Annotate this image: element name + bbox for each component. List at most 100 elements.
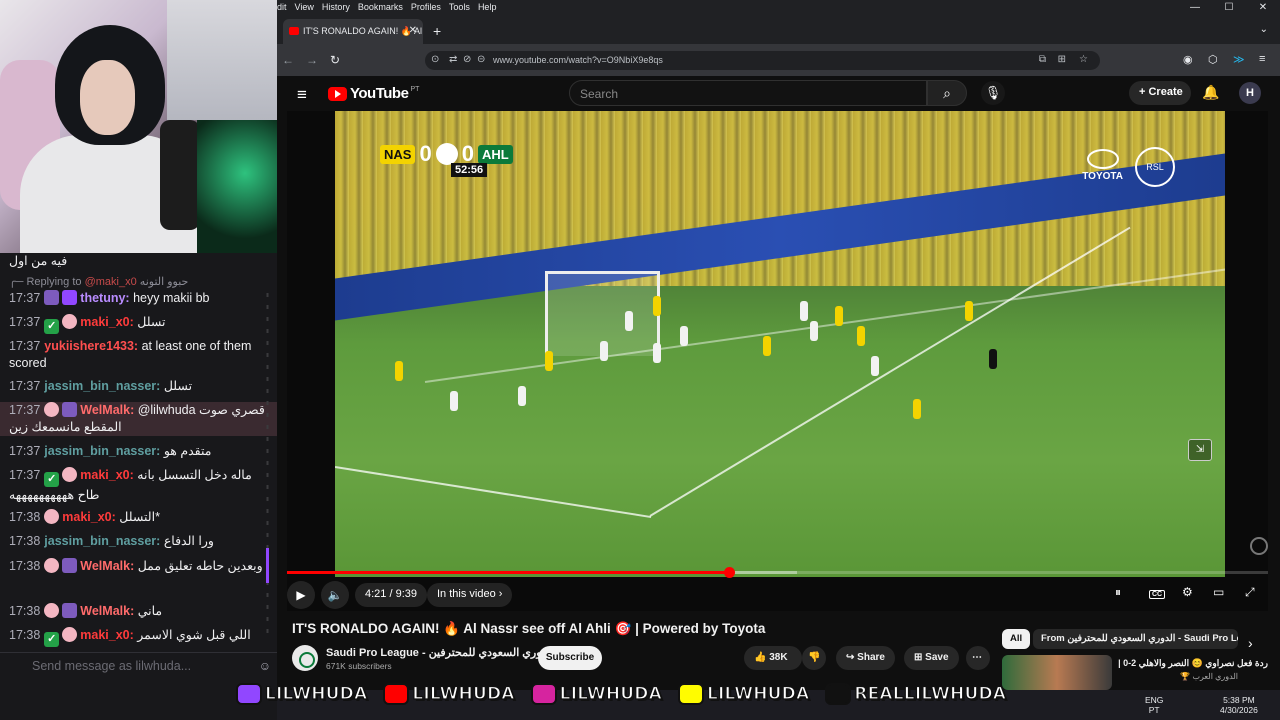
account-avatar[interactable]: H: [1239, 82, 1261, 104]
player-figure: [857, 326, 865, 346]
clock[interactable]: 5:38 PM 4/30/2026: [1220, 695, 1258, 715]
save-button[interactable]: ⊞ Save: [904, 646, 959, 670]
menu-item[interactable]: Tools: [449, 2, 470, 12]
league-crest-icon: [435, 143, 458, 165]
instagram-icon: [530, 683, 557, 705]
browser-tab-active[interactable]: IT'S RONALDO AGAIN! 🔥 Al N ✕: [283, 19, 423, 44]
search-icon[interactable]: ⌕: [927, 80, 967, 106]
picture-in-picture-icon[interactable]: ⇲: [1188, 439, 1212, 461]
chat-input[interactable]: Send message as lilwhuda... ☺: [0, 652, 277, 679]
close-icon[interactable]: ✕: [1246, 0, 1280, 16]
extension-logo-icon[interactable]: ≫: [1233, 53, 1245, 66]
chevron-right-icon[interactable]: ›: [1248, 635, 1253, 651]
volume-icon[interactable]: 🔈: [321, 581, 349, 609]
tab-close-icon[interactable]: ✕: [409, 25, 417, 36]
chat-username[interactable]: jassim_bin_nasser:: [44, 534, 160, 548]
browser-menubar: dit View History Bookmarks Profiles Tools Help: [277, 0, 496, 14]
chat-username[interactable]: WelMalk:: [80, 604, 134, 618]
chat-username[interactable]: maki_x0:: [80, 315, 134, 329]
video-progress-bar[interactable]: [287, 567, 1268, 578]
more-actions-icon[interactable]: ⋯: [966, 646, 990, 670]
extensions-icon[interactable]: ⬡: [1208, 53, 1218, 66]
like-button[interactable]: 👍 38K: [744, 646, 802, 670]
install-icon[interactable]: ⊞: [1058, 54, 1066, 65]
player-figure: [835, 306, 843, 326]
ambient-mode-icon[interactable]: [1250, 537, 1268, 555]
player-figure: [763, 336, 771, 356]
back-icon[interactable]: ←: [282, 53, 294, 67]
chat-username[interactable]: WelMalk:: [80, 559, 134, 573]
chat-scroll-indicator: [266, 293, 269, 638]
subscribe-button[interactable]: Subscribe: [538, 646, 602, 670]
in-this-video-button[interactable]: In this video ›: [427, 583, 513, 607]
menu-item[interactable]: Profiles: [411, 2, 441, 12]
maximize-icon[interactable]: ☐: [1212, 0, 1246, 16]
captions-icon[interactable]: CC: [1149, 585, 1166, 600]
recommended-title[interactable]: ردة فعل نصراوي 😊 النصر والاهلي 2-0 |: [1118, 658, 1268, 669]
recommended-channel: الدوري العرب 🏆: [1180, 672, 1238, 681]
chat-username[interactable]: jassim_bin_nasser:: [44, 379, 160, 393]
social-handles-banner: LILWHUDA LILWHUDA LILWHUDA LILWHUDA REALLILW…: [236, 680, 1026, 708]
youtube-icon: [383, 683, 410, 705]
menu-item[interactable]: Bookmarks: [358, 2, 403, 12]
chat-username[interactable]: maki_x0:: [80, 628, 134, 642]
notifications-bell-icon[interactable]: 🔔: [1202, 84, 1219, 101]
youtube-logo[interactable]: YouTube PT: [328, 85, 419, 102]
menu-item[interactable]: History: [322, 2, 350, 12]
chat-username[interactable]: yukiishere1433:: [44, 339, 138, 353]
social-youtube: LILWHUDA: [383, 683, 515, 705]
chat-username[interactable]: WelMalk:: [80, 403, 134, 417]
search-input[interactable]: Search: [569, 80, 927, 106]
menu-item[interactable]: dit: [277, 2, 287, 12]
chat-text: تسلل: [137, 315, 166, 329]
time-display: 4:21 / 9:39: [355, 583, 427, 607]
channel-name[interactable]: Saudi Pro League - الدوري السعودي للمحتر…: [326, 646, 566, 659]
youtube-region: PT: [410, 86, 420, 93]
chat-username[interactable]: maki_x0:: [62, 510, 116, 524]
chat-message: 17:38 WelMalk: ماني: [9, 603, 263, 620]
play-button[interactable]: ▶: [287, 581, 315, 609]
browser-menu-icon[interactable]: ≡: [1259, 53, 1265, 65]
tiktok-icon: [825, 683, 852, 705]
forward-icon[interactable]: →: [306, 53, 318, 67]
channel-avatar[interactable]: [292, 645, 318, 671]
language-indicator[interactable]: ENG PT: [1145, 695, 1163, 715]
settings-gear-icon[interactable]: ⚙: [1182, 585, 1193, 599]
chat-message: 17:38 WelMalk: وبعدين حاطه تعليق ممل: [9, 558, 263, 575]
share-button[interactable]: ↪ Share: [836, 646, 895, 670]
address-bar[interactable]: ⊙ ⇄ ⊘ ⊝ www.youtube.com/watch?v=O9NbiX9e…: [425, 51, 1100, 70]
chip-all[interactable]: All: [1002, 629, 1031, 649]
voice-search-icon[interactable]: 🎙: [981, 81, 1005, 105]
new-tab-icon[interactable]: +: [433, 23, 441, 39]
streamer-webcam: [0, 0, 277, 253]
chat-username[interactable]: jassim_bin_nasser:: [44, 444, 160, 458]
cake-badge-icon: [62, 627, 78, 642]
chat-username[interactable]: maki_x0:: [80, 468, 134, 482]
bookmark-star-icon[interactable]: ☆: [1079, 54, 1088, 65]
chat-emote-icon[interactable]: ☺: [259, 659, 271, 673]
cake-badge-icon: [62, 467, 78, 482]
away-team: AHL: [477, 144, 513, 164]
profile-icon[interactable]: ◉: [1183, 53, 1193, 66]
reload-icon[interactable]: ↻: [330, 53, 340, 67]
site-info-icon[interactable]: ⊙: [431, 54, 439, 65]
share-icon: ↪: [846, 652, 855, 663]
dislike-button[interactable]: 👎: [802, 646, 826, 670]
chip-from-channel[interactable]: From الدوري السعودي للمحترفين - Saudi Pr…: [1033, 629, 1238, 649]
player-figure: [989, 349, 997, 369]
pip-icon[interactable]: ⧉: [1039, 54, 1046, 65]
chat-timestamp: 17:38: [9, 628, 41, 642]
create-button[interactable]: + Create: [1129, 81, 1191, 105]
fullscreen-icon[interactable]: ⤢: [1245, 585, 1255, 600]
tab-search-icon[interactable]: ⌄: [1260, 24, 1268, 35]
autoplay-toggle-icon[interactable]: ⏸: [1115, 585, 1121, 600]
hamburger-menu-icon[interactable]: ≡: [297, 85, 307, 105]
video-player[interactable]: NAS 0 0 AHL 52:56 TOYOTA RSL ▶ 🔈 4:21 / …: [287, 111, 1268, 611]
theater-mode-icon[interactable]: ▭: [1213, 585, 1224, 599]
player-figure: [545, 351, 553, 371]
chat-username[interactable]: thetuny:: [80, 291, 129, 305]
menu-item[interactable]: View: [295, 2, 314, 12]
minimize-icon[interactable]: —: [1178, 0, 1212, 16]
youtube-favicon-icon: [289, 27, 299, 35]
menu-item[interactable]: Help: [478, 2, 497, 12]
